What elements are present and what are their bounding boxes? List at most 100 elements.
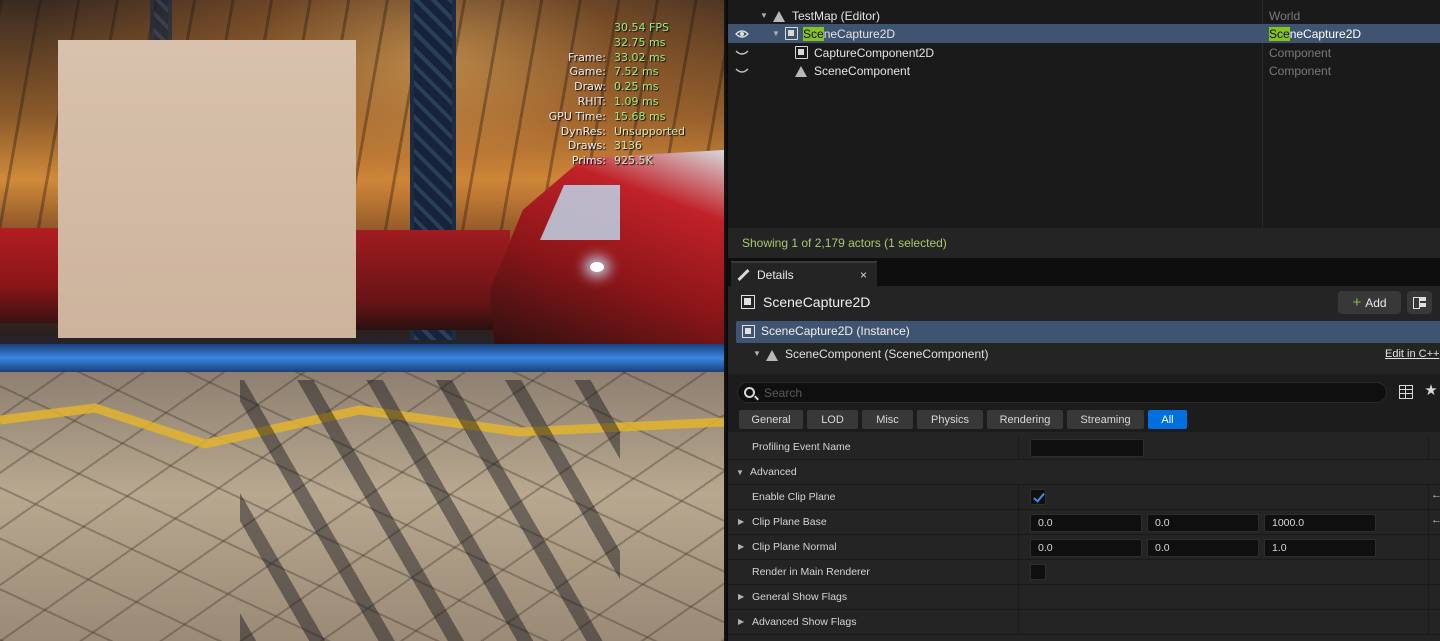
search-icon [744,387,755,398]
clip-plane-normal-z-field[interactable]: 1.0 [1264,539,1376,557]
filter-all-button[interactable]: All [1148,410,1187,429]
outliner-label: TestMap (Editor) [792,8,881,23]
property-general-show-flags[interactable]: ▶ General Show Flags [728,585,1440,610]
column-divider [1428,435,1429,460]
property-label: Advanced Show Flags [752,616,857,628]
property-label: Clip Plane Base [752,516,827,528]
clip-plane-base-z-field[interactable]: 1000.0 [1264,514,1376,532]
visibility-closed-eye-icon[interactable] [735,48,749,58]
world-outliner: ▼ TestMap (Editor) World ▼ SceneCapture2… [728,0,1440,228]
stat-gpu-time: GPU Time: 15.68 ms [548,109,666,123]
details-tab-bar: Details × [728,258,1440,286]
clip-plane-base-x-field[interactable]: 0.0 [1030,514,1142,532]
outliner-row-world[interactable]: ▼ TestMap (Editor) World [728,6,1440,25]
category-advanced[interactable]: ▼ Advanced [728,460,1440,485]
outliner-type: SceneCapture2D [1269,26,1362,41]
scene-component-icon [795,64,808,77]
tab-label: Details [757,267,794,282]
outliner-row-scenecomponent[interactable]: SceneComponent Component [728,61,1440,80]
stat-rhit: RHIT: 1.09 ms [577,94,659,108]
star-icon[interactable]: ★ [1423,382,1439,400]
column-divider [1018,485,1019,510]
stat-unit-overlay: 30.54 FPS 32.75 ms Frame: 33.02 ms Game: 7… [520,21,720,169]
object-name: SceneCapture2D [763,294,871,310]
expand-arrow-icon[interactable]: ▶ [738,517,744,526]
column-divider [1428,610,1429,635]
column-divider [1018,435,1019,460]
visibility-eye-icon[interactable] [735,29,749,39]
column-divider [1428,560,1429,585]
instance-label: SceneCapture2D (Instance) [761,324,910,338]
outliner-row-scenecapture2d[interactable]: ▼ SceneCapture2D SceneCapture2D [728,24,1440,43]
reset-to-default-icon[interactable]: ← [1431,514,1440,526]
stat-frame: Frame: 33.02 ms [568,50,666,64]
tab-details[interactable]: Details × [731,261,877,286]
column-divider [1018,610,1019,635]
search-input[interactable] [764,385,1364,401]
stat-draws: Draws: 3136 [567,139,642,153]
outliner-label: SceneComponent [814,63,911,78]
search-box[interactable] [737,382,1387,403]
column-divider [1018,585,1019,610]
render-in-main-renderer-checkbox[interactable] [1030,564,1046,580]
world-icon [773,9,786,22]
pencil-icon [737,269,749,281]
collapse-arrow-icon[interactable]: ▼ [736,468,744,477]
visibility-closed-eye-icon[interactable] [735,66,749,76]
property-list: Profiling Event Name ▼ Advanced Enable C… [728,435,1440,641]
column-divider [1428,535,1429,560]
property-profiling-event-name: Profiling Event Name [728,435,1440,460]
column-divider [1018,510,1019,535]
outliner-row-capturecomponent2d[interactable]: CaptureComponent2D Component [728,43,1440,62]
enable-clip-plane-checkbox[interactable] [1030,489,1046,505]
property-enable-clip-plane: Enable Clip Plane ← [728,485,1440,510]
filter-physics-button[interactable]: Physics [917,410,983,429]
details-panel: SceneCapture2D + Add SceneCapture2D (Ins… [728,286,1440,641]
property-advanced-show-flags[interactable]: ▶ Advanced Show Flags [728,610,1440,635]
filter-streaming-button[interactable]: Streaming [1067,410,1144,429]
collapse-arrow-icon[interactable]: ▼ [771,29,781,38]
train-left [0,228,62,323]
profiling-event-name-field[interactable] [1030,439,1144,457]
scene-capture-actor-icon [785,27,798,40]
actor-count-text: Showing 1 of 2,179 actors (1 selected) [742,236,947,250]
outliner-type: Component [1269,45,1332,60]
property-matrix-icon[interactable] [1399,385,1413,399]
outliner-status-bar: Showing 1 of 2,179 actors (1 selected) [728,228,1440,258]
category-label: Advanced [750,466,797,478]
plus-icon: + [1352,294,1362,311]
property-clip-plane-base: ▶ Clip Plane Base 0.0 0.0 1000.0 ← [728,510,1440,535]
expand-arrow-icon[interactable]: ▶ [738,592,744,601]
filter-misc-button[interactable]: Misc [862,410,913,429]
add-component-button[interactable]: + Add [1338,291,1401,314]
component-tree-instance-row[interactable]: SceneCapture2D (Instance) [736,321,1440,343]
level-viewport[interactable]: 30.54 FPS 32.75 ms Frame: 33.02 ms Game: 7… [0,0,724,641]
stat-dynres: DynRes: Unsupported [560,124,686,138]
scene-capture-actor-icon [742,325,755,338]
property-label: Enable Clip Plane [752,491,836,503]
scene-capture-render-target-plane[interactable] [58,40,356,338]
reset-to-default-icon[interactable]: ← [1431,489,1440,501]
expand-arrow-icon[interactable]: ▶ [738,617,744,626]
outliner-type: World [1269,8,1301,23]
filter-rendering-button[interactable]: Rendering [987,410,1063,429]
filter-lod-button[interactable]: LOD [807,410,858,429]
collapse-arrow-icon[interactable]: ▼ [759,11,769,20]
filter-general-button[interactable]: General [739,410,803,429]
edit-in-cpp-link[interactable]: Edit in C++ [1385,348,1439,360]
clip-plane-normal-x-field[interactable]: 0.0 [1030,539,1142,557]
clip-plane-normal-y-field[interactable]: 0.0 [1147,539,1259,557]
stat-prims: Prims: 925.5K [571,154,653,168]
platform-edge-light [0,344,724,372]
collapse-arrow-icon[interactable]: ▼ [753,349,761,358]
property-render-in-main-renderer: Render in Main Renderer [728,560,1440,585]
property-label: Profiling Event Name [752,441,851,453]
component-tree-scenecomponent-row[interactable]: ▼ SceneComponent (SceneComponent) Edit i… [728,344,1440,364]
property-label: Clip Plane Normal [752,541,837,553]
expand-arrow-icon[interactable]: ▶ [738,542,744,551]
component-label: SceneComponent (SceneComponent) [785,347,989,361]
stat-draw: Draw: 0.25 ms [574,80,659,94]
close-icon[interactable]: × [860,268,867,282]
convert-to-blueprint-icon[interactable] [1407,291,1432,314]
clip-plane-base-y-field[interactable]: 0.0 [1147,514,1259,532]
